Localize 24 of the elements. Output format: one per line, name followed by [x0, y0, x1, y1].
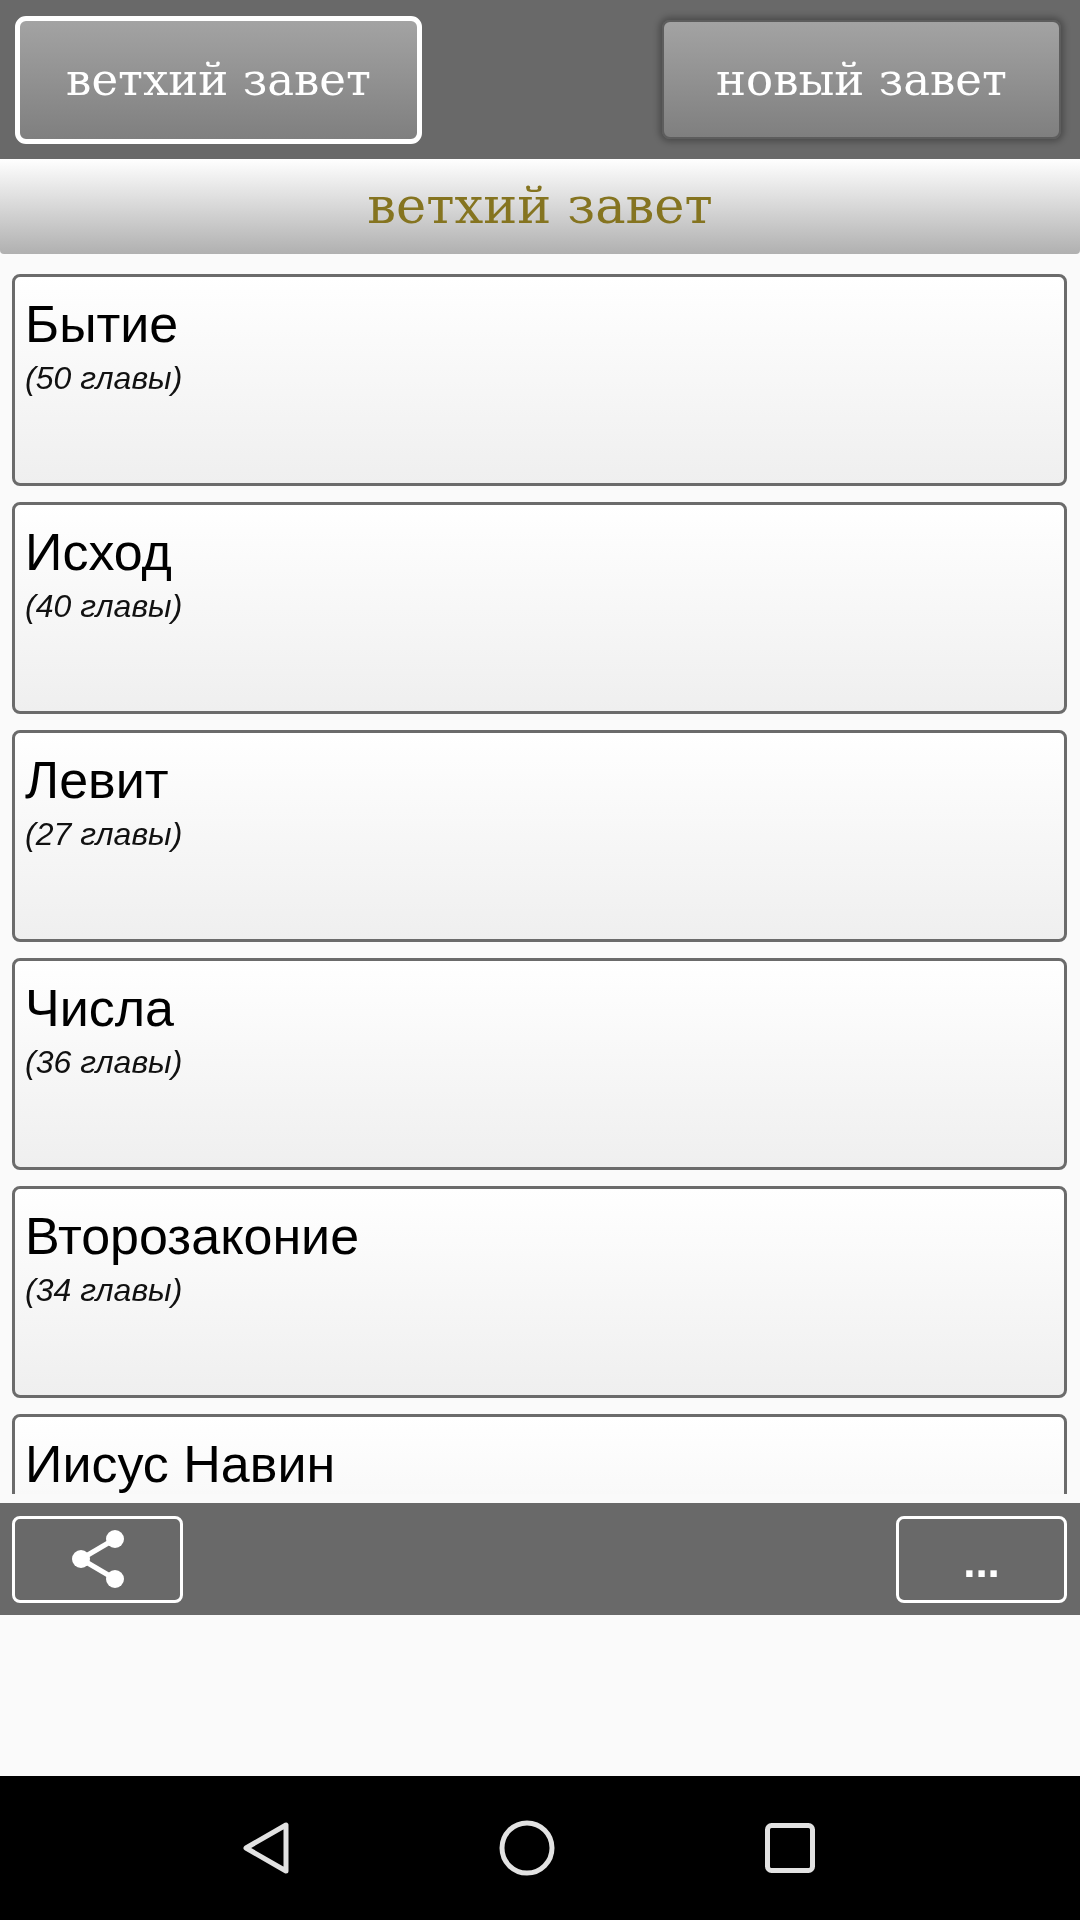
- recents-icon[interactable]: [765, 1823, 815, 1873]
- back-icon[interactable]: [243, 1822, 289, 1874]
- book-item[interactable]: Числа (36 главы): [12, 958, 1067, 1170]
- share-button[interactable]: [12, 1515, 183, 1603]
- book-item[interactable]: Иисус Навин: [12, 1414, 1067, 1494]
- book-item[interactable]: Исход (40 главы): [12, 502, 1067, 714]
- book-title: Второзаконие: [25, 1206, 360, 1266]
- home-icon[interactable]: [499, 1820, 555, 1876]
- book-item[interactable]: Бытие (50 главы): [12, 274, 1067, 486]
- book-title: Числа: [25, 978, 174, 1038]
- book-item[interactable]: Левит (27 главы): [12, 730, 1067, 942]
- chapter-count: (36 главы): [25, 1043, 183, 1082]
- book-title: Исход: [25, 522, 172, 582]
- book-title: Бытие: [25, 294, 179, 354]
- chapter-count: (50 главы): [25, 359, 183, 398]
- section-title: ветхий завет: [367, 177, 713, 236]
- share-icon: [70, 1529, 125, 1589]
- book-item[interactable]: Второзаконие (34 главы): [12, 1186, 1067, 1398]
- book-title: Иисус Навин: [25, 1434, 336, 1494]
- chapter-count: (27 главы): [25, 815, 183, 854]
- more-button[interactable]: ...: [896, 1515, 1067, 1603]
- book-title: Левит: [25, 750, 169, 810]
- chapter-count: (34 главы): [25, 1271, 183, 1310]
- chapter-count: (40 главы): [25, 587, 183, 626]
